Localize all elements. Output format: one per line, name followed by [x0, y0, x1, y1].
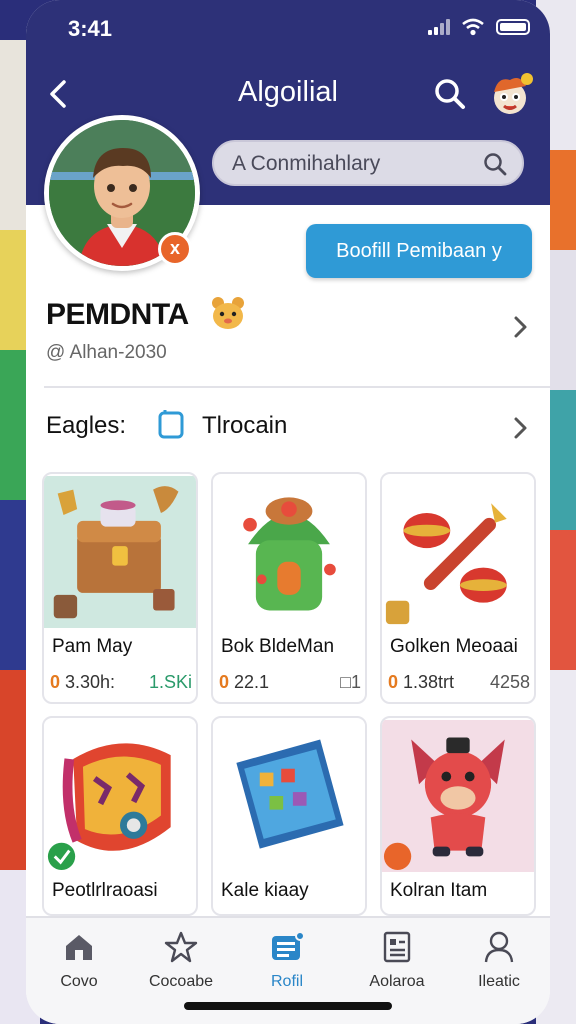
item-meta: 0 22.1 □1	[219, 672, 361, 693]
mushroom-house-icon	[213, 476, 365, 628]
bottom-tab-bar: Covo Cocoabe Rofil Aolaroa Ileatic	[26, 916, 550, 1024]
coin-icon: 0	[50, 672, 66, 692]
wifi-icon	[462, 18, 484, 36]
item-price-value: 1.38trt	[403, 672, 455, 692]
profile-card-icon	[272, 931, 305, 960]
item-price: 0 22.1	[219, 672, 269, 693]
tab-rofil[interactable]: Rofil	[242, 930, 332, 991]
status-bar: 3:41	[26, 0, 550, 56]
item-card[interactable]: Kolran Itam	[380, 716, 536, 916]
status-icons	[428, 18, 530, 36]
item-card[interactable]: Pam May 0 3.30h: 1.SKi	[42, 472, 198, 704]
item-card[interactable]: Bok BldeMan 0 22.1 □1	[211, 472, 367, 704]
hamster-icon	[212, 297, 244, 329]
item-price-value: 22.1	[234, 672, 270, 692]
item-title: Kale kiaay	[221, 880, 309, 901]
item-card[interactable]: Golken Meoaai 0 1.38trt 4258	[380, 472, 536, 704]
tab-label: Rofil	[270, 973, 303, 990]
mascot-icon	[494, 73, 533, 114]
coin-icon: 0	[388, 672, 404, 692]
divider	[44, 386, 550, 388]
section-label: Eagles:	[46, 412, 127, 439]
profile-subtitle: @ Alhan-2030	[46, 342, 167, 363]
item-meta: 0 1.38trt 4258	[388, 672, 530, 693]
item-title: Pam May	[52, 636, 133, 657]
bracelet-icon	[44, 720, 196, 872]
search-button[interactable]	[432, 76, 468, 112]
tab-cocoabe[interactable]: Cocoabe	[136, 930, 226, 991]
bear-character-icon	[382, 720, 534, 872]
tab-covo[interactable]: Covo	[34, 930, 124, 991]
item-stat: 1.SKi	[148, 672, 192, 692]
document-icon	[383, 931, 411, 963]
profile-chevron-button[interactable]	[510, 312, 530, 350]
nav-row: Algoilial	[26, 66, 550, 122]
tab-label: Ileatic	[478, 973, 520, 990]
coin-icon: 0	[219, 672, 235, 692]
signal-icon	[428, 19, 450, 35]
treasure-chest-icon	[44, 476, 196, 628]
user-icon	[484, 931, 514, 963]
item-stat: 4258	[489, 672, 530, 692]
mascot-avatar[interactable]	[486, 70, 536, 120]
avatar-badge[interactable]: x	[158, 232, 192, 266]
star-icon	[164, 931, 198, 963]
item-title: Bok BldeMan	[221, 636, 335, 657]
search-placeholder: A Conmihahlary	[232, 152, 381, 175]
chevron-right-icon	[514, 417, 527, 439]
item-price-value: 3.30h:	[65, 672, 116, 692]
item-card[interactable]: Peotlrlraoasi	[42, 716, 198, 916]
profile-action-button[interactable]: Boofill Pemibaan y	[306, 224, 532, 278]
tab-label: Covo	[60, 973, 98, 990]
status-time: 3:41	[68, 16, 113, 41]
search-icon	[484, 153, 507, 176]
item-price: 0 1.38trt	[388, 672, 454, 693]
item-price: 0 3.30h:	[50, 672, 115, 693]
item-title: Kolran Itam	[390, 880, 488, 901]
profile-name: PEMDNTA	[46, 298, 189, 331]
tablet-icon[interactable]	[156, 410, 186, 440]
section-chevron-button[interactable]	[510, 413, 530, 451]
item-stat: □1	[340, 672, 361, 692]
item-meta: 0 3.30h: 1.SKi	[50, 672, 192, 693]
item-title: Golken Meoaai	[390, 636, 518, 657]
battery-icon	[496, 19, 530, 35]
tab-label: Cocoabe	[148, 973, 214, 990]
tab-label: Aolaroa	[369, 973, 425, 990]
tab-ileatic[interactable]: Ileatic	[454, 930, 544, 991]
search-icon	[435, 79, 465, 109]
item-card[interactable]: Kale kiaay	[211, 716, 367, 916]
tab-tlrocain[interactable]: Tlrocain	[202, 412, 287, 440]
golden-hammer-icon	[382, 476, 534, 628]
game-tablet-icon	[213, 720, 365, 872]
phone-screen: 3:41 Algoilial x A Conmihahlary Boofill …	[26, 0, 550, 1024]
chevron-right-icon	[514, 316, 527, 338]
tab-aolaroa[interactable]: Aolaroa	[352, 930, 442, 991]
page-title: Algoilial	[238, 76, 338, 108]
home-icon	[66, 935, 92, 960]
item-title: Peotlrlraoasi	[52, 880, 158, 901]
search-input[interactable]: A Conmihahlary	[212, 140, 524, 186]
home-indicator[interactable]	[184, 1002, 392, 1010]
